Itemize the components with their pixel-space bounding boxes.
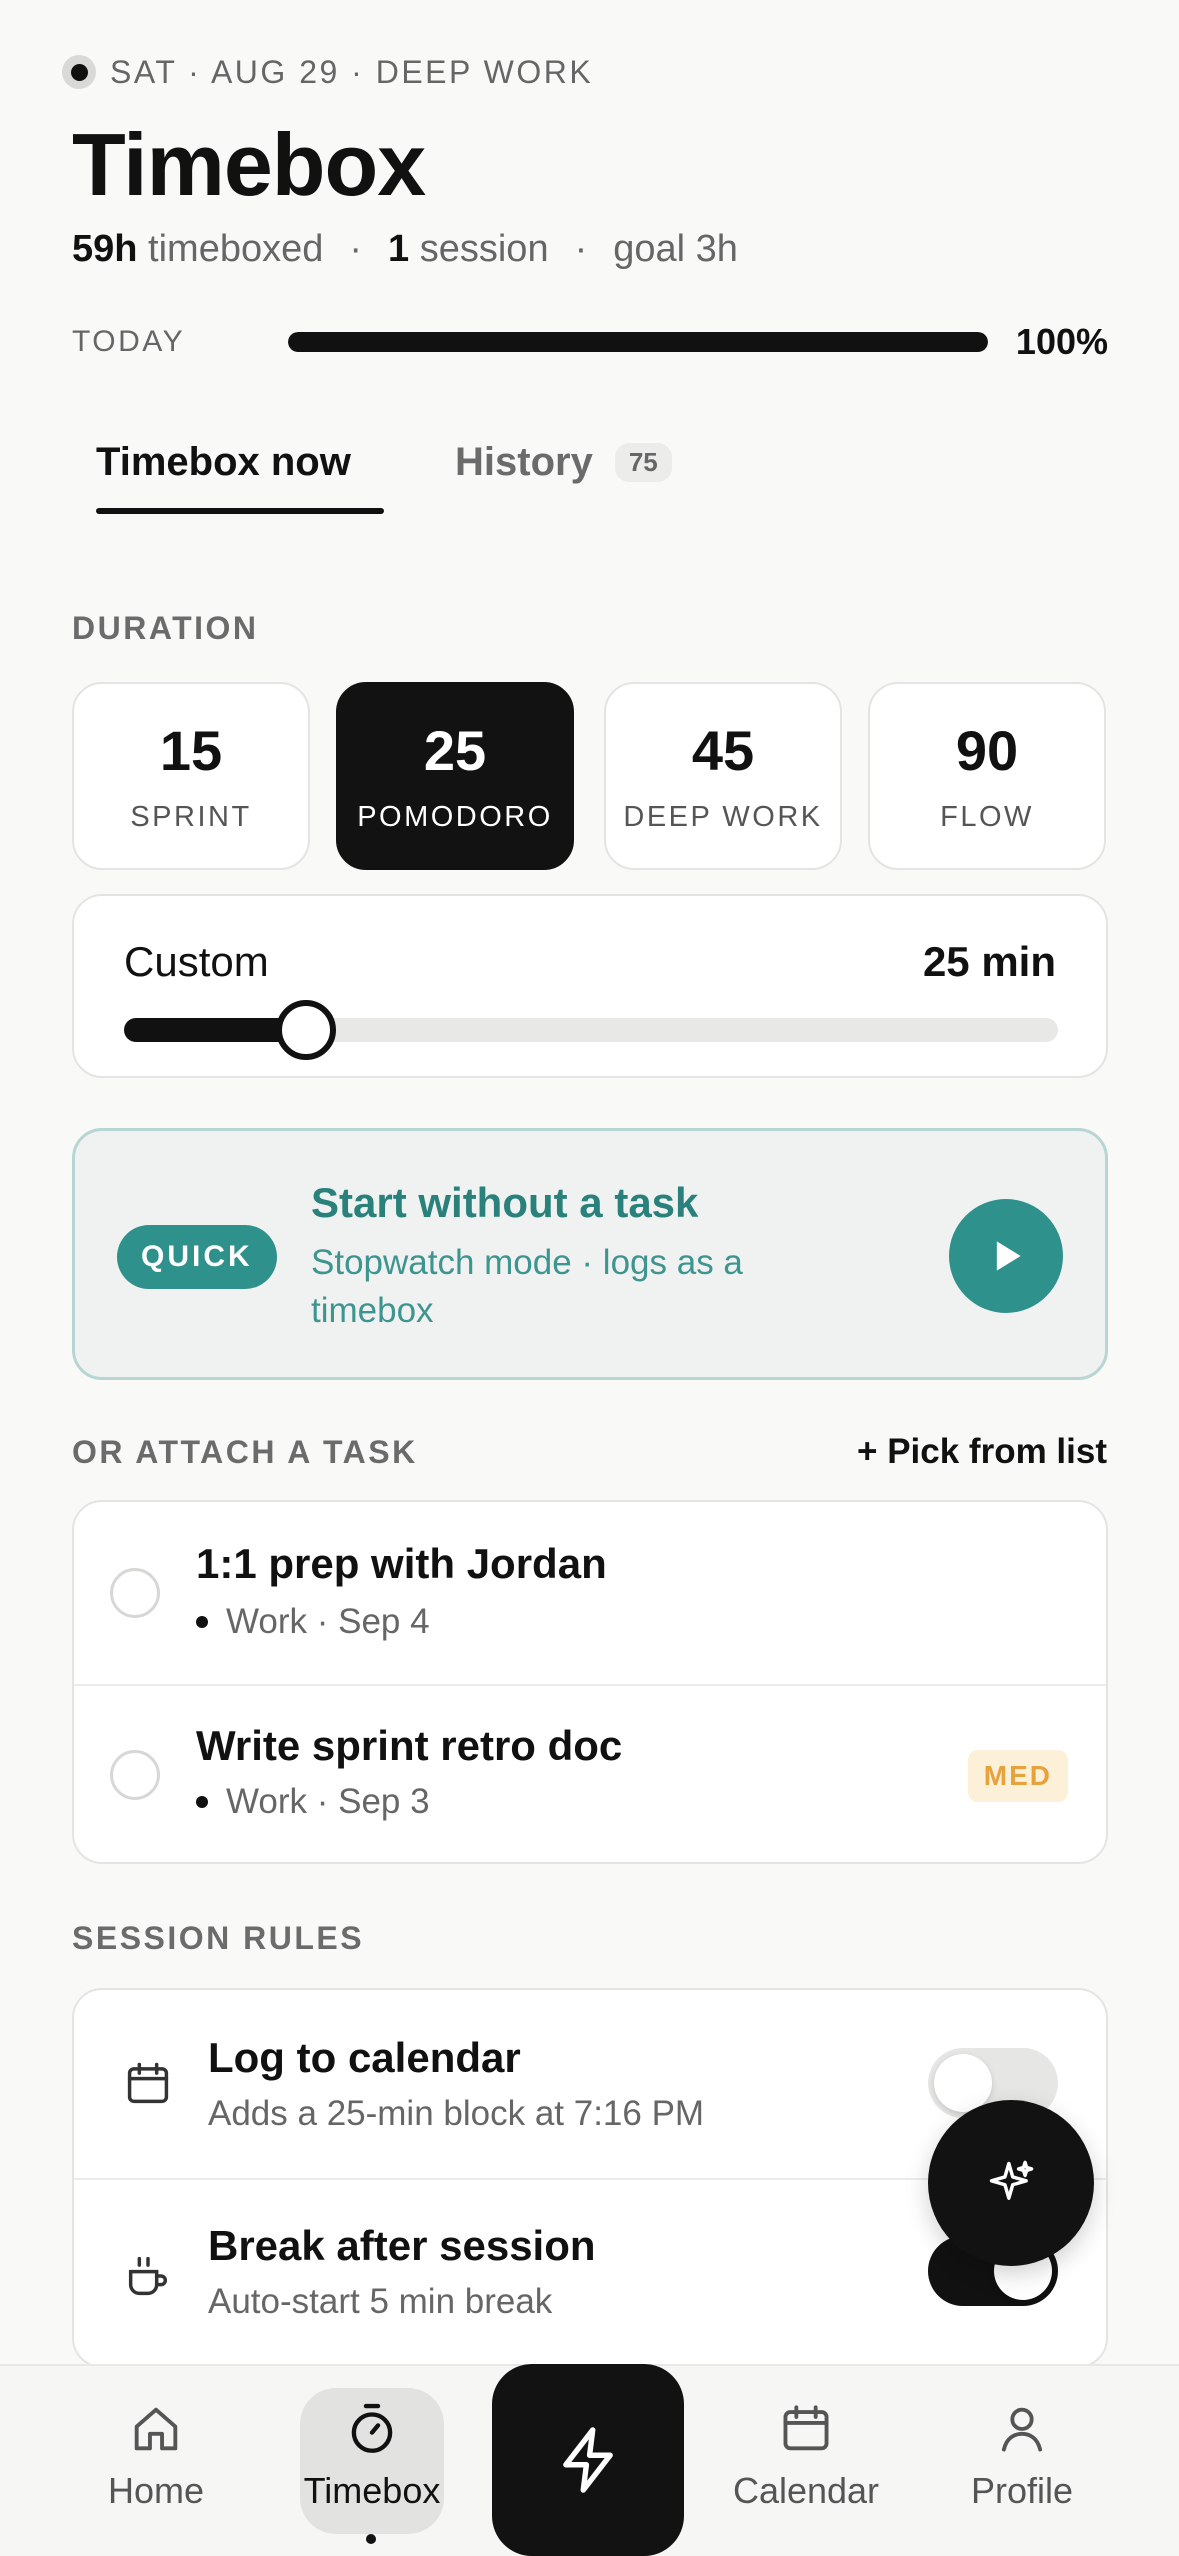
bullet-icon: [196, 1796, 208, 1808]
calendar-icon: [127, 2062, 169, 2104]
quick-start-card[interactable]: QUICK Start without a task Stopwatch mod…: [72, 1128, 1108, 1380]
custom-label: Custom: [124, 938, 269, 985]
slider-thumb[interactable]: [276, 1000, 337, 1060]
duration-minutes: 15: [159, 719, 223, 782]
sessions-value: 1: [388, 228, 410, 270]
goal-label: goal 3h: [613, 228, 738, 270]
play-icon: [996, 1241, 1021, 1271]
duration-option-deep-work[interactable]: 45 DEEP WORK: [604, 682, 842, 870]
quick-title: Start without a task: [311, 1179, 699, 1226]
rule-title: Log to calendar: [208, 2034, 521, 2081]
history-count-badge: 75: [614, 443, 672, 482]
today-label: TODAY: [72, 325, 186, 358]
stats-separator: ·: [349, 228, 363, 270]
stats-summary: 59h timeboxed · 1 session · goal 3h: [72, 228, 738, 271]
duration-option-sprint[interactable]: 15 SPRINT: [72, 682, 310, 870]
rule-subtitle: Adds a 25-min block at 7:16 PM: [208, 2094, 705, 2133]
nav-label: Profile: [970, 2470, 1074, 2511]
active-nav-dot: [366, 2534, 376, 2544]
duration-label: FLOW: [940, 801, 1034, 833]
stopwatch-icon: [351, 2403, 393, 2453]
nav-item-profile[interactable]: Profile: [942, 2400, 1102, 2512]
duration-label: SPRINT: [130, 801, 252, 833]
nav-item-calendar[interactable]: Calendar: [726, 2400, 886, 2512]
bullet-icon: [196, 1616, 208, 1628]
sparkle-icon: [989, 2160, 1034, 2200]
tab-timebox-now[interactable]: Timebox now: [96, 440, 351, 485]
nav-item-home[interactable]: Home: [76, 2400, 236, 2512]
nav-label: Timebox: [303, 2470, 441, 2511]
status-dot-icon: [62, 55, 96, 89]
duration-minutes: 45: [691, 719, 755, 782]
custom-duration-card: Custom 25 min: [72, 894, 1108, 1078]
duration-label: DEEP WORK: [623, 801, 823, 833]
quick-pill: QUICK: [117, 1225, 277, 1289]
duration-option-pomodoro[interactable]: 25 POMODORO: [336, 682, 574, 870]
today-progress-fill: [288, 332, 988, 352]
lightning-icon: [563, 2427, 613, 2493]
date-context-eyebrow: SAT · AUG 29 · DEEP WORK: [62, 52, 593, 92]
custom-value: 25 min: [922, 938, 1056, 985]
nav-label: Calendar: [732, 2470, 880, 2511]
page-title: Timebox: [72, 115, 426, 214]
duration-option-flow[interactable]: 90 FLOW: [868, 682, 1106, 870]
task-meta: Work · Sep 3: [196, 1782, 430, 1822]
rule-subtitle: Auto-start 5 min break: [208, 2282, 553, 2321]
task-checkbox[interactable]: [110, 1568, 160, 1618]
session-rules-section-label: SESSION RULES: [72, 1920, 365, 1956]
task-list: 1:1 prep with Jordan Work · Sep 4 Write …: [72, 1500, 1108, 1864]
task-title: Write sprint retro doc: [196, 1722, 623, 1769]
task-checkbox[interactable]: [110, 1750, 160, 1800]
home-icon: [134, 2407, 178, 2451]
task-meta-text: Work · Sep 4: [226, 1602, 430, 1641]
hours-value: 59h: [72, 228, 138, 270]
duration-minutes: 90: [955, 719, 1019, 782]
task-title: 1:1 prep with Jordan: [196, 1540, 607, 1587]
hours-label: timeboxed: [148, 228, 324, 270]
eyebrow-text: SAT · AUG 29 · DEEP WORK: [110, 53, 594, 90]
today-percent: 100%: [1015, 321, 1108, 362]
duration-section-label: DURATION: [72, 610, 259, 646]
duration-label: POMODORO: [357, 801, 553, 833]
custom-duration-slider[interactable]: [124, 1000, 1058, 1060]
attach-task-section-label: OR ATTACH A TASK: [72, 1434, 418, 1470]
task-meta: Work · Sep 4: [196, 1602, 430, 1642]
ai-assist-fab[interactable]: [928, 2100, 1094, 2266]
task-meta-text: Work · Sep 3: [226, 1782, 430, 1821]
tab-history[interactable]: History 75: [455, 440, 672, 485]
quick-action-button[interactable]: [492, 2364, 684, 2556]
active-tab-indicator: [96, 508, 384, 514]
duration-minutes: 25: [423, 719, 487, 782]
quick-subtitle: Stopwatch mode · logs as a timebox: [311, 1243, 743, 1330]
priority-badge: MED: [967, 1750, 1068, 1802]
calendar-icon: [783, 2405, 829, 2451]
stats-separator: ·: [574, 228, 588, 270]
tab-history-label: History: [455, 440, 593, 484]
today-progress: TODAY 100%: [72, 321, 1108, 362]
sessions-label: session: [419, 228, 549, 270]
task-item-sprint-retro[interactable]: Write sprint retro doc Work · Sep 3 MED: [74, 1684, 1106, 1862]
nav-item-timebox[interactable]: Timebox: [292, 2400, 452, 2512]
profile-icon: [1001, 2407, 1043, 2452]
coffee-icon: [128, 2256, 168, 2296]
nav-label: Home: [107, 2470, 205, 2511]
pick-from-list-link[interactable]: + Pick from list: [857, 1432, 1107, 1472]
rule-title: Break after session: [208, 2222, 596, 2269]
quick-start-button[interactable]: [949, 1199, 1063, 1313]
task-item-jordan-prep[interactable]: 1:1 prep with Jordan Work · Sep 4: [74, 1502, 1106, 1684]
today-progress-track: [288, 332, 988, 352]
